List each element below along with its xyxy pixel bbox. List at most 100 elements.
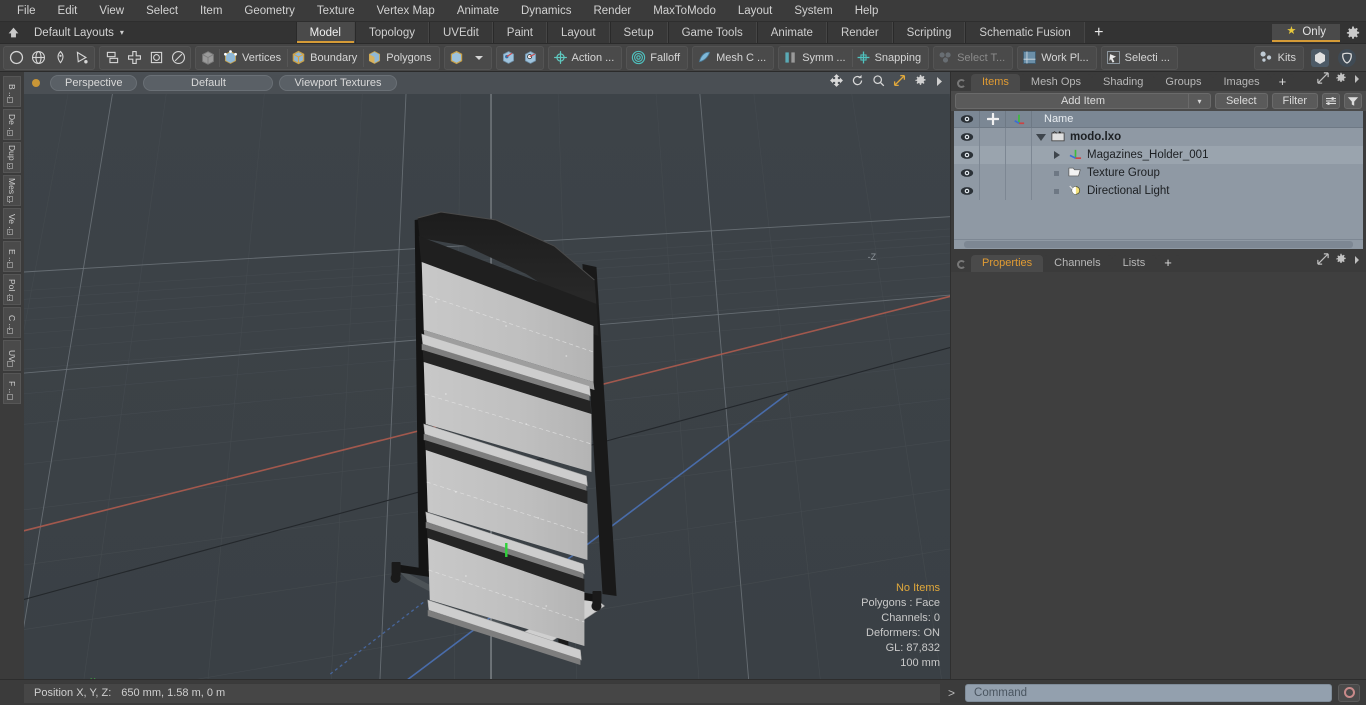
chevron-down-icon[interactable]: ▾ xyxy=(1187,93,1210,109)
expand-icon[interactable] xyxy=(1317,71,1329,89)
menu-item-system[interactable]: System xyxy=(783,2,843,20)
select-through-button[interactable]: Select T... xyxy=(935,47,1011,69)
tree-item-texture-group[interactable]: Texture Group xyxy=(1032,166,1160,181)
pen-icon[interactable] xyxy=(49,47,71,69)
add-item-button[interactable]: Add Item ▾ xyxy=(955,93,1211,109)
tab-scripting[interactable]: Scripting xyxy=(892,22,966,43)
unreal-badge-icon[interactable] xyxy=(1335,47,1359,69)
tree-item-scene[interactable]: modo.lxo xyxy=(1032,130,1121,145)
table-row[interactable]: Directional Light xyxy=(954,182,1363,200)
modo-badge-icon[interactable] xyxy=(1308,47,1332,69)
eye-icon[interactable] xyxy=(954,128,980,146)
viewport-display-mode[interactable]: Viewport Textures xyxy=(279,75,397,91)
menu-item-vertex-map[interactable]: Vertex Map xyxy=(366,2,446,20)
gear-icon[interactable] xyxy=(1340,26,1366,40)
gear-icon[interactable] xyxy=(1335,252,1347,270)
table-row[interactable]: Magazines_Holder_001 xyxy=(954,146,1363,164)
add-tab-button[interactable]: + xyxy=(1084,22,1113,43)
selection-sets-button[interactable]: Selecti ... xyxy=(1103,47,1176,69)
chevron-right-icon[interactable] xyxy=(1054,151,1060,159)
menu-item-view[interactable]: View xyxy=(88,2,135,20)
sidebar-item-curve[interactable]: C ... xyxy=(3,307,21,338)
chevron-down-icon[interactable] xyxy=(1036,133,1046,141)
tab-items[interactable]: Items xyxy=(971,74,1020,91)
tab-setup[interactable]: Setup xyxy=(609,22,668,43)
curve-icon[interactable] xyxy=(71,47,93,69)
chevron-right-icon[interactable] xyxy=(1353,71,1361,89)
menu-item-file[interactable]: File xyxy=(6,2,47,20)
lock-cell[interactable] xyxy=(980,182,1006,200)
transform-cell[interactable] xyxy=(1006,182,1032,200)
mesh-constraint-button[interactable]: Mesh C ... xyxy=(694,47,772,69)
viewport-view-mode[interactable]: Perspective xyxy=(50,75,138,91)
tab-render[interactable]: Render xyxy=(826,22,893,43)
action-center-button[interactable]: Action ... xyxy=(550,47,621,69)
tab-channels[interactable]: Channels xyxy=(1043,255,1112,272)
add-properties-tab-button[interactable]: + xyxy=(1156,255,1180,272)
gear-icon[interactable] xyxy=(914,74,927,92)
tab-paint[interactable]: Paint xyxy=(492,22,547,43)
table-row[interactable]: Texture Group xyxy=(954,164,1363,182)
tab-uvedit[interactable]: UVEdit xyxy=(428,22,493,43)
work-plane-button[interactable]: Work Pl... xyxy=(1019,47,1094,69)
polygons-button[interactable]: Polygons xyxy=(364,47,437,69)
sidebar-item-basic[interactable]: B ... xyxy=(3,76,21,107)
center-cube-icon[interactable] xyxy=(498,47,520,69)
snapping-button[interactable]: Snapping xyxy=(853,47,928,69)
boundary-button[interactable]: Boundary xyxy=(288,47,363,69)
menu-item-geometry[interactable]: Geometry xyxy=(233,2,306,20)
kits-button[interactable]: Kits xyxy=(1256,47,1302,69)
sidebar-item-uv[interactable]: UV xyxy=(3,340,21,371)
bevel-icon[interactable] xyxy=(145,47,167,69)
tab-animate[interactable]: Animate xyxy=(756,22,827,43)
filter-button[interactable]: Filter xyxy=(1271,93,1318,109)
menu-item-texture[interactable]: Texture xyxy=(306,2,366,20)
eye-icon[interactable] xyxy=(954,182,980,200)
scrollbar-thumb[interactable] xyxy=(964,241,1353,248)
zoom-icon[interactable] xyxy=(872,74,885,92)
tab-game-tools[interactable]: Game Tools xyxy=(667,22,757,43)
menu-item-item[interactable]: Item xyxy=(189,2,233,20)
eye-icon[interactable] xyxy=(954,146,980,164)
fit-icon[interactable] xyxy=(893,74,906,92)
array-icon[interactable] xyxy=(123,47,145,69)
command-input[interactable]: Command xyxy=(965,683,1332,702)
pivot-cube-icon[interactable] xyxy=(520,47,542,69)
tab-topology[interactable]: Topology xyxy=(354,22,429,43)
lock-cell[interactable] xyxy=(980,128,1006,146)
tab-properties[interactable]: Properties xyxy=(971,255,1044,272)
ellipse-icon[interactable] xyxy=(167,47,189,69)
menu-item-render[interactable]: Render xyxy=(582,2,642,20)
tab-model[interactable]: Model xyxy=(295,22,355,43)
menu-item-edit[interactable]: Edit xyxy=(47,2,89,20)
expand-icon[interactable] xyxy=(1317,252,1329,270)
vertices-button[interactable]: Vertices xyxy=(220,47,287,69)
menu-item-select[interactable]: Select xyxy=(135,2,189,20)
rotate-icon[interactable] xyxy=(851,74,864,92)
pan-icon[interactable] xyxy=(830,74,843,92)
sidebar-item-vertex[interactable]: Ve ... xyxy=(3,208,21,239)
sidebar-item-fusion[interactable]: F ... xyxy=(3,373,21,404)
lock-cell[interactable] xyxy=(980,146,1006,164)
transform-cell[interactable] xyxy=(1006,128,1032,146)
tree-item-magazines-holder[interactable]: Magazines_Holder_001 xyxy=(1032,148,1208,163)
tree-horizontal-scrollbar[interactable] xyxy=(954,239,1363,249)
tab-layout[interactable]: Layout xyxy=(547,22,610,43)
chevron-down-icon[interactable] xyxy=(468,47,490,69)
layout-selector[interactable]: Default Layouts ▾ xyxy=(26,22,136,43)
only-button[interactable]: ★ Only xyxy=(1272,23,1341,42)
transform-cell[interactable] xyxy=(1006,146,1032,164)
chevron-right-icon[interactable] xyxy=(1353,252,1361,270)
tab-schematic-fusion[interactable]: Schematic Fusion xyxy=(965,22,1085,43)
symmetry-button[interactable]: Symm ... xyxy=(780,47,851,69)
lock-cell[interactable] xyxy=(980,164,1006,182)
record-icon[interactable] xyxy=(1338,683,1360,702)
tab-groups[interactable]: Groups xyxy=(1154,74,1213,91)
gear-icon[interactable] xyxy=(1335,71,1347,89)
menu-item-layout[interactable]: Layout xyxy=(727,2,784,20)
sidebar-item-polygon[interactable]: Pol ... xyxy=(3,274,21,305)
chevron-right-icon[interactable] xyxy=(935,74,944,92)
sphere-icon[interactable] xyxy=(27,47,49,69)
viewport-3d[interactable]: -Z No Items Polygons: Face Channels: 0 … xyxy=(24,94,950,679)
sidebar-item-edge[interactable]: E ... xyxy=(3,241,21,272)
